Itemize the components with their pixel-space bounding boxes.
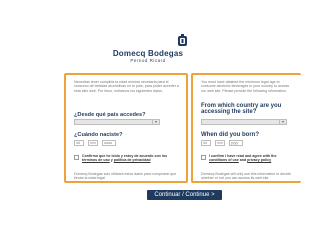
terms-text-es: Confirmo que he leído y estoy de acuerdo… xyxy=(82,154,180,163)
terms-checkbox-es[interactable] xyxy=(74,155,79,160)
terms-prefix-en: I confirm I have read and agree with the xyxy=(209,154,277,158)
age-gate-panel-en: You must have attained the minimum legal… xyxy=(191,73,301,183)
country-select-en[interactable]: ▾ xyxy=(201,119,287,125)
terms-link-en[interactable]: conditions of use xyxy=(209,158,239,162)
privacy-link-es[interactable]: política de privacidad xyxy=(114,158,151,162)
country-select-es[interactable]: ▾ xyxy=(74,119,160,125)
terms-text-en: I confirm I have read and agree with the… xyxy=(209,154,295,163)
footnote-en: Domecq Bodegas will only use this inform… xyxy=(201,172,291,181)
year-field-en[interactable]: yyyy xyxy=(229,140,243,146)
terms-checkbox-en[interactable] xyxy=(201,155,206,160)
intro-text-es: Necesitas tener cumplida la edad mínima … xyxy=(74,80,179,93)
brand-name: Domecq Bodegas xyxy=(112,49,184,58)
chevron-down-icon: ▾ xyxy=(152,120,159,124)
continue-button[interactable]: Continuar / Continue > xyxy=(147,190,222,200)
terms-mid-en: and xyxy=(238,158,248,163)
day-field-en[interactable]: dd xyxy=(201,140,211,146)
month-field-es[interactable]: mm xyxy=(88,140,98,146)
month-field-en[interactable]: mm xyxy=(215,140,225,146)
country-question-es: ¿Desde qué país accedes? xyxy=(74,112,146,118)
day-field-es[interactable]: dd xyxy=(74,140,84,146)
terms-prefix-es: Confirmo que he leído y estoy de acuerdo… xyxy=(82,154,168,158)
intro-text-en: You must have attained the minimum legal… xyxy=(201,80,290,93)
country-question-en: From which country are you accessing the… xyxy=(201,103,282,115)
birth-question-es: ¿Cuándo naciste? xyxy=(74,132,123,138)
domecq-crest-icon xyxy=(178,34,187,46)
footnote-es: Domecq Bodegas solo utilizará estos dato… xyxy=(74,172,177,181)
brand-tagline: Pernod Ricard xyxy=(130,58,166,63)
privacy-link-en[interactable]: privacy policy xyxy=(247,158,271,162)
chevron-down-icon: ▾ xyxy=(279,120,286,124)
birth-question-en: When did you born? xyxy=(201,132,259,138)
year-field-es[interactable]: aaaa xyxy=(102,140,116,146)
terms-link-es[interactable]: términos de uso xyxy=(82,158,110,162)
age-gate-panel-es: Necesitas tener cumplida la edad mínima … xyxy=(64,73,188,183)
